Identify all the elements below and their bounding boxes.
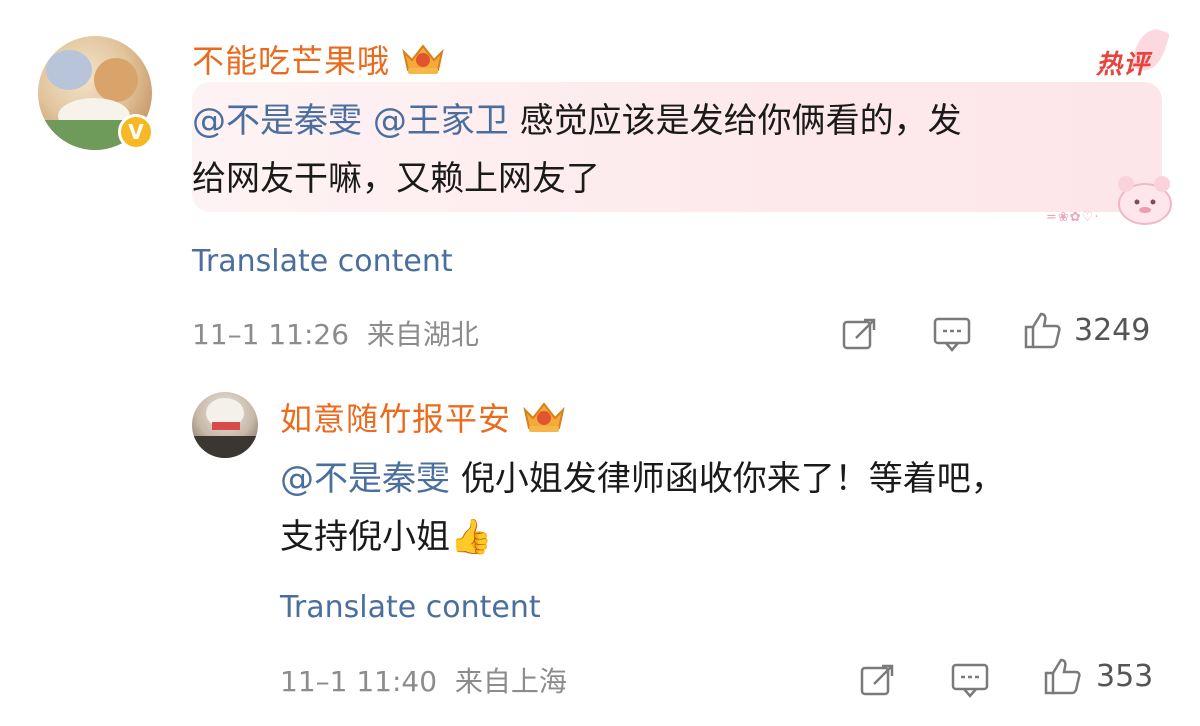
hot-comment-label: 热评 [1095, 50, 1150, 80]
reply-time: 11–1 11:40 [280, 665, 438, 698]
comment-time: 11–1 11:26 [192, 318, 350, 351]
comment-body: @不是秦雯 @王家卫 感觉应该是发给你俩看的，发 给网友干嘛，又赖上网友了 [192, 92, 1122, 208]
reply-translate-link[interactable]: Translate content [280, 590, 541, 625]
comment-location: 来自湖北 [366, 318, 479, 351]
thumbs-up-icon[interactable] [1042, 656, 1082, 696]
reply-location: 来自上海 [454, 665, 567, 698]
thumbs-up-emoji: 👍 [450, 517, 493, 557]
comment-icon[interactable] [950, 660, 990, 700]
comment-icon[interactable] [932, 314, 972, 354]
reply-like-count: 353 [1096, 658, 1154, 694]
mascot-decoration-icon [1118, 176, 1172, 225]
reply-body: @不是秦雯 倪小姐发律师函收你来了！等着吧， 支持倪小姐👍 [280, 450, 1160, 566]
like-count: 3249 [1074, 312, 1151, 348]
reply-text-line2: 支持倪小姐 [280, 517, 450, 557]
crown-badge-icon[interactable] [521, 400, 567, 434]
reply-meta: 11–1 11:40 来自上海 [280, 660, 567, 700]
repost-icon[interactable] [858, 660, 898, 700]
commenter-username[interactable]: 不能吃芒果哦 [192, 36, 390, 82]
repost-icon[interactable] [840, 314, 880, 354]
reply-username[interactable]: 如意随竹报平安 [280, 394, 511, 440]
mention-link[interactable]: @不是秦雯 [280, 459, 450, 499]
thumbs-up-icon[interactable] [1022, 310, 1062, 350]
like-group[interactable]: 3249 [1022, 310, 1150, 350]
verified-icon: V [118, 114, 154, 150]
reply-text: 倪小姐发律师函收你来了！等着吧， [460, 459, 1005, 499]
reply-avatar[interactable] [192, 392, 258, 458]
reply-like-group[interactable]: 353 [1042, 656, 1153, 696]
mention-link[interactable]: @王家卫 [373, 101, 509, 141]
comment-text: 感觉应该是发给你俩看的，发 [519, 101, 962, 141]
crown-badge-icon[interactable] [400, 42, 446, 76]
mention-link[interactable]: @不是秦雯 [192, 101, 362, 141]
sparkle-decoration: =❀✿♡· [1046, 210, 1100, 225]
comment-meta: 11–1 11:26 来自湖北 [192, 313, 479, 353]
comment-text-line2: 给网友干嘛，又赖上网友了 [192, 159, 600, 199]
translate-link[interactable]: Translate content [192, 244, 453, 279]
